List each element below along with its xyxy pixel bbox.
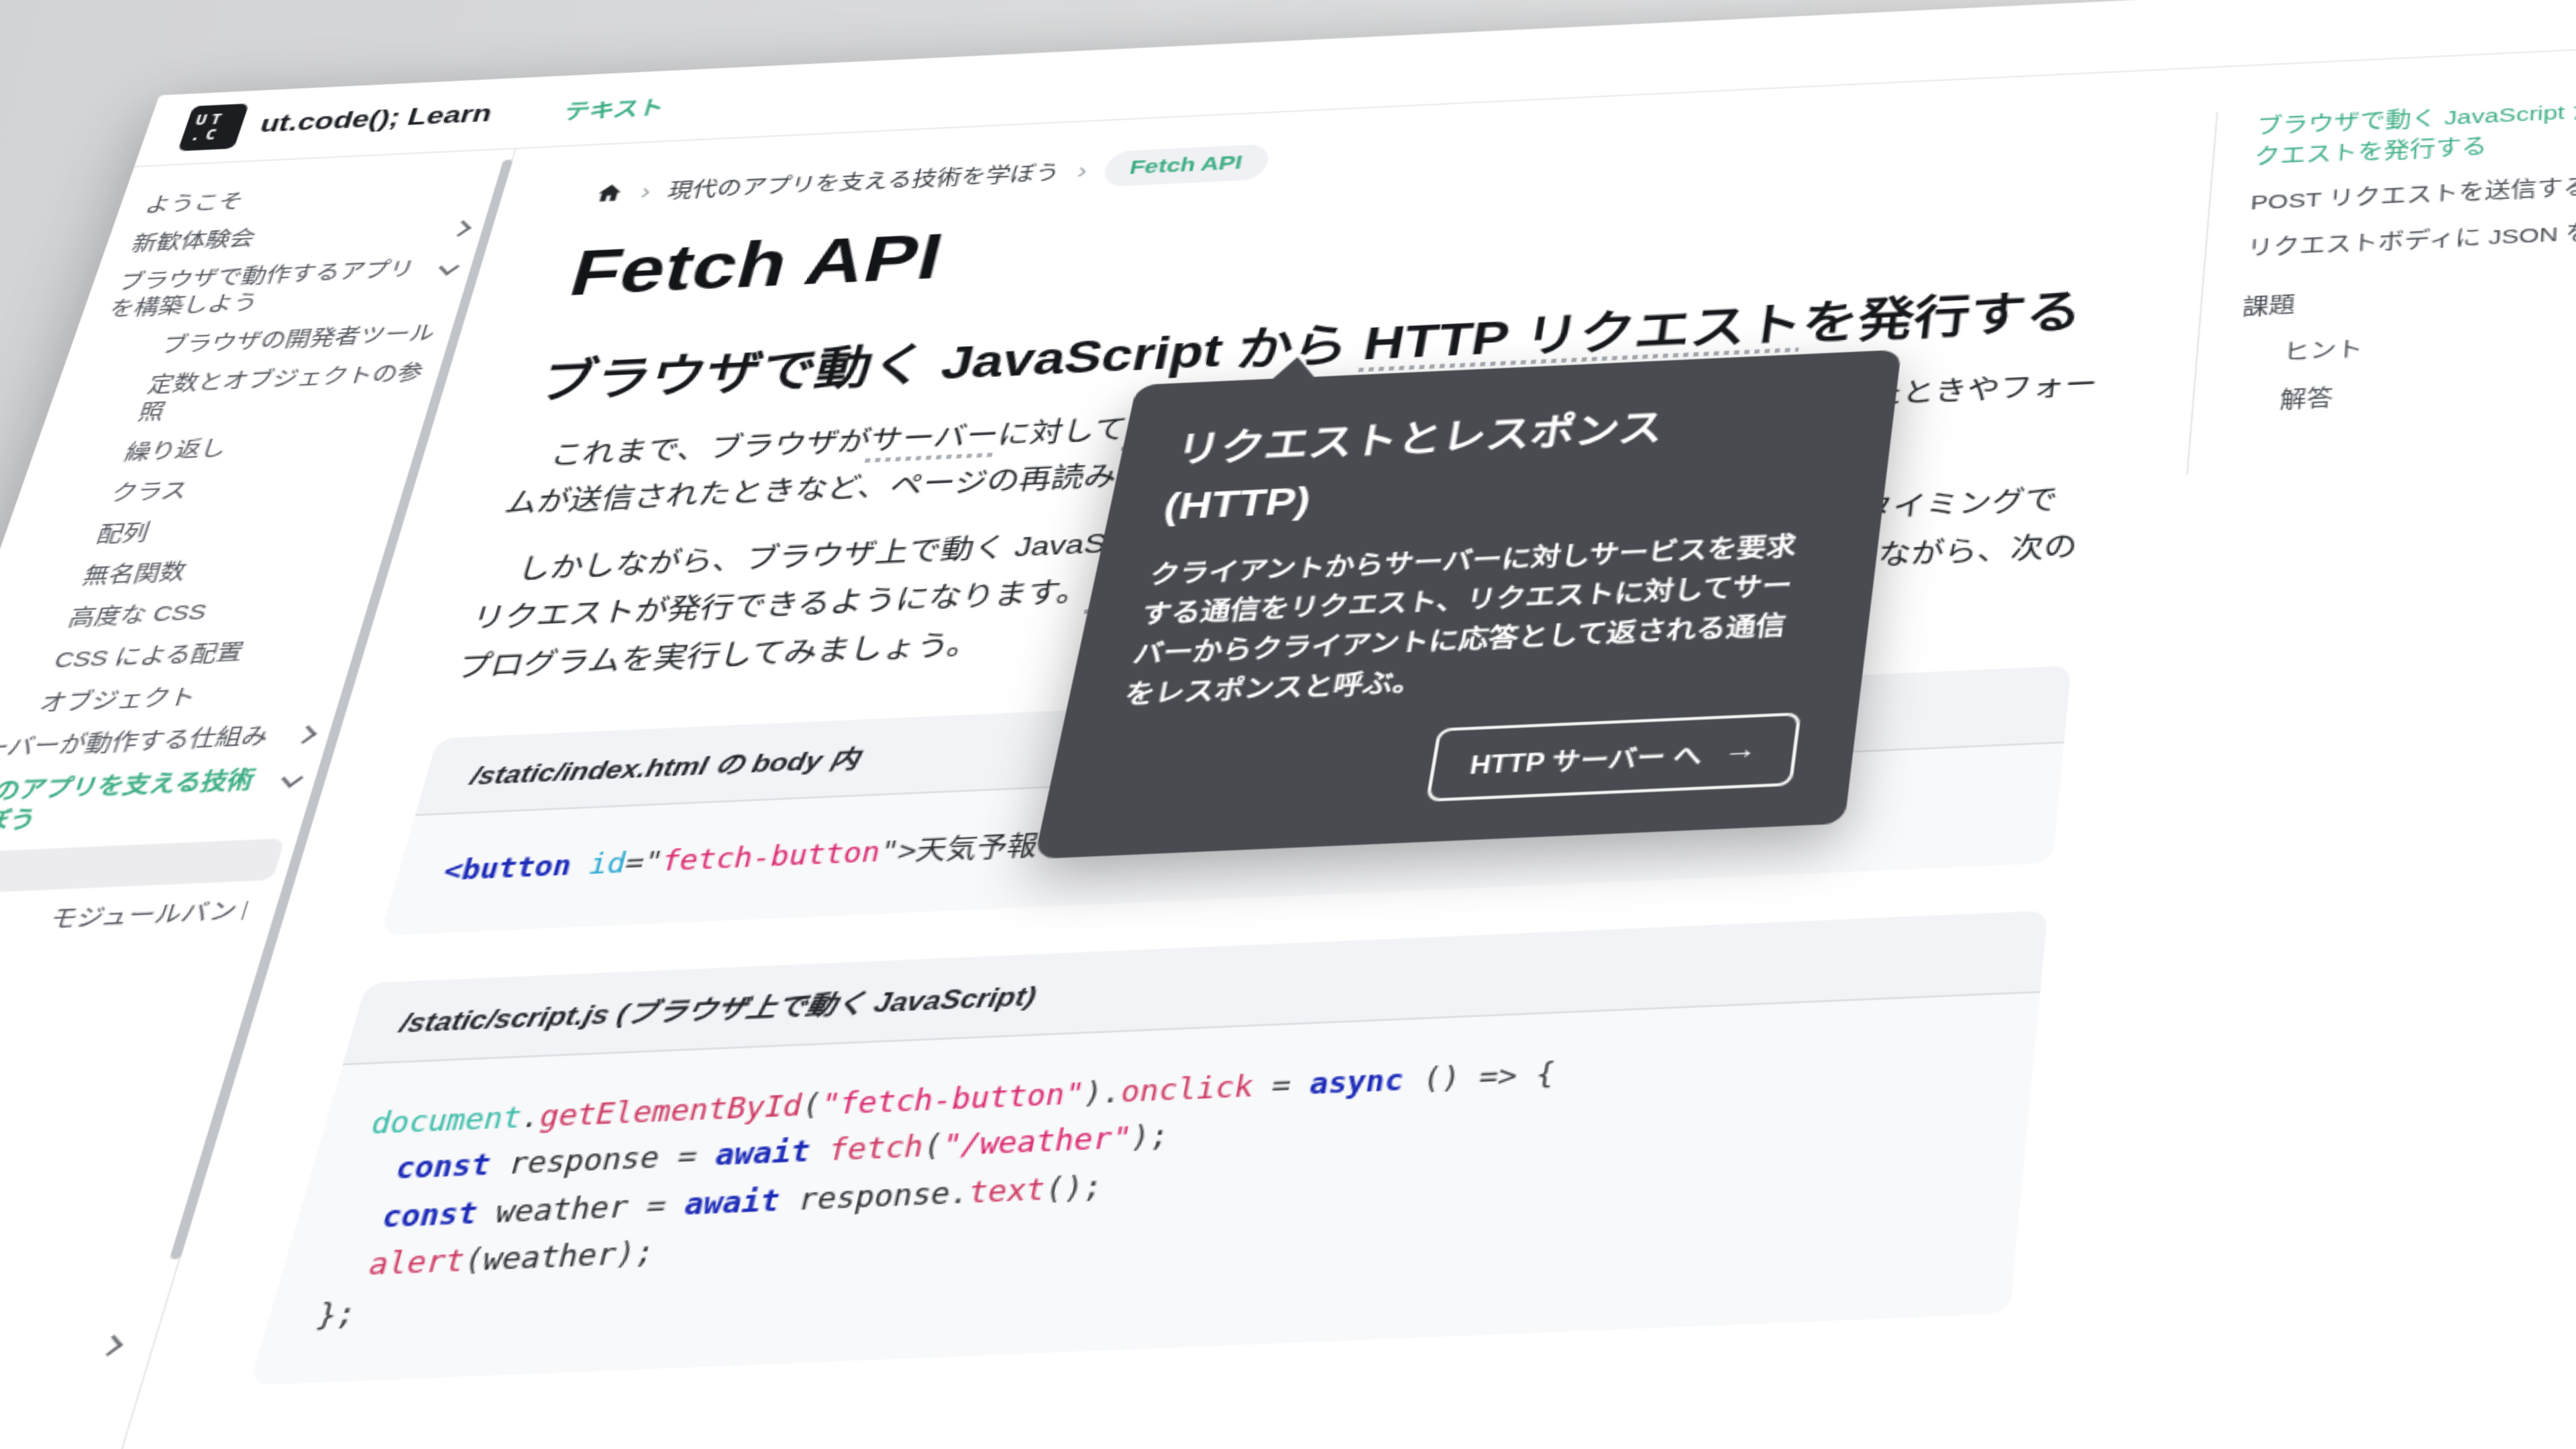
sidebar-item-label: ブラウザの開発者ツール [158, 319, 439, 360]
logo-text-bottom: .C [188, 126, 241, 144]
toc-item[interactable]: ヒント [2237, 316, 2576, 372]
code-token: "fetch-button" [817, 1078, 1087, 1122]
breadcrumb-current-pill[interactable]: Fetch API [1102, 144, 1271, 186]
breadcrumb-separator: › [638, 178, 655, 205]
sidebar-item[interactable]: モジュールバンドラ [0, 887, 291, 951]
sidebar-item-label: 高度な CSS [64, 598, 211, 633]
code-token: fetch-button [657, 838, 883, 879]
sidebar-item-label: 繰り返し [121, 435, 230, 468]
sidebar-item-label: 新歓体験会 [128, 225, 259, 258]
toc-item[interactable]: 解答 [2234, 364, 2576, 420]
code-token: response [775, 1177, 954, 1218]
home-icon[interactable] [593, 182, 627, 204]
code-block-js: /static/script.js (ブラウザ上で動く JavaScript) … [250, 910, 2048, 1385]
code-token: () [1401, 1061, 1482, 1097]
sidebar-item-label: CSS による配置 [50, 638, 248, 676]
sidebar-item-label: 配列 [93, 519, 154, 549]
toc-item[interactable]: リクエストボディに JSON を使用する [2246, 210, 2576, 265]
chevron-right-icon[interactable] [99, 1334, 123, 1356]
glossary-tooltip: リクエストとレスポンス (HTTP) クライアントからサーバーに対しサービスを要… [1034, 350, 1902, 859]
code-token: { [1515, 1058, 1558, 1093]
code-token: await [711, 1136, 813, 1174]
code-token: ); [612, 1238, 658, 1273]
chevron-down-icon [281, 768, 303, 788]
http-server-button-label: HTTP サーバー へ [1468, 735, 1705, 782]
code-token: }; [313, 1298, 360, 1334]
arrow-right-icon: → [1722, 739, 1759, 765]
paragraph-text: これまで、ブラウザが [547, 427, 874, 472]
code-token: onclick [1118, 1071, 1256, 1109]
sidebar-item-label: ブラウザで動作するアプリを構築しよう [105, 256, 420, 323]
code-token: response [486, 1142, 682, 1183]
stage: UT .C ut.code(); Learn テキスト ut.code(); よ… [0, 0, 2576, 1449]
code-token: const [378, 1197, 481, 1235]
breadcrumb-section-link[interactable]: 現代のアプリを支える技術を学ぼう [665, 158, 1063, 204]
code-token: ); [1127, 1121, 1171, 1156]
code-token: alert [364, 1245, 468, 1283]
tooltip-body: クライアントからサーバーに対しサービスを要求する通信をリクエスト、リクエストに対… [1121, 526, 1815, 716]
sidebar-item-label: ようこそ [142, 188, 248, 219]
chevron-right-icon [451, 219, 472, 236]
code-token: const [391, 1150, 494, 1187]
paragraph-text: に対して [995, 416, 1129, 451]
sidebar-item-label: サーバーが動作する仕組み [0, 721, 273, 765]
sidebar-item-label: オブジェクト [36, 682, 201, 719]
nav-link-text[interactable]: テキスト [561, 91, 668, 124]
sidebar-item-label: 無名関数 [79, 557, 191, 591]
sidebar-item-label: クラス [107, 476, 192, 508]
toc-item[interactable]: POST リクエストを送信する [2249, 164, 2576, 219]
sidebar-item-label: 現代のアプリを支える技術を学ぼう [0, 765, 261, 840]
code-token: weather [478, 1239, 620, 1279]
code-token: getElementById [535, 1090, 806, 1134]
glossary-term[interactable]: サーバー [866, 422, 1002, 458]
code-token: async [1307, 1065, 1407, 1102]
chevron-down-icon [439, 258, 460, 274]
code-token: <button [439, 851, 575, 888]
sidebar-item-label: モジュールバンドラ [46, 896, 250, 935]
toc-item[interactable]: 課題 [2241, 269, 2576, 325]
browser-page: UT .C ut.code(); Learn テキスト ut.code(); よ… [0, 0, 2576, 1449]
sidebar-item-label: 定数とオブジェクトの参照 [135, 359, 429, 427]
utcode-logo-icon[interactable]: UT .C [178, 103, 250, 151]
breadcrumb-separator: › [1075, 157, 1090, 184]
code-token: (); [1042, 1171, 1106, 1208]
code-token: text [965, 1173, 1049, 1210]
code-token: => [1477, 1060, 1519, 1095]
code-token: document [368, 1102, 526, 1141]
http-server-button[interactable]: HTTP サーバー へ → [1426, 712, 1802, 802]
sidebar-item[interactable]: 現代のアプリを支える技術を学ぼう [0, 755, 331, 847]
code-token: fetch [824, 1132, 926, 1169]
code-token: "/weather" [938, 1123, 1134, 1165]
sidebar-active-item-highlight[interactable] [0, 839, 285, 897]
code-token: weather [472, 1190, 651, 1231]
code-token: await [681, 1185, 784, 1222]
chevron-right-icon [295, 724, 317, 743]
toc-list: ブラウザで動く JavaScript から HTTP リクエストを発行するPOS… [2186, 85, 2576, 475]
toc-item[interactable]: ブラウザで動く JavaScript から HTTP リクエストを発行する [2253, 89, 2576, 173]
brand-title[interactable]: ut.code(); Learn [256, 100, 496, 140]
heading-text: を発行する [1799, 285, 2084, 349]
